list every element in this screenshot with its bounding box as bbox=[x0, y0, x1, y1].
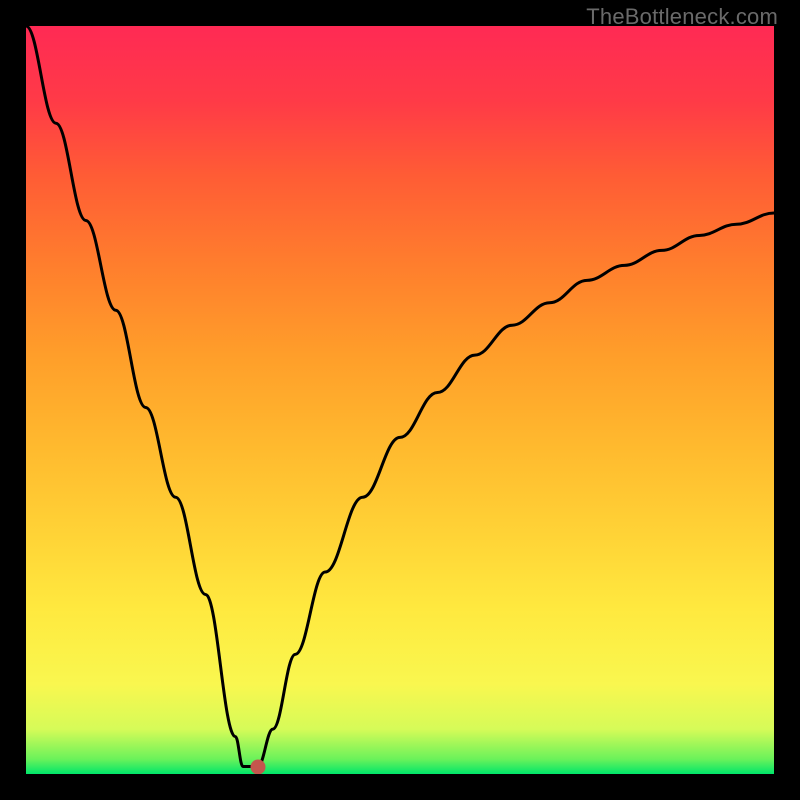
bottleneck-curve bbox=[26, 26, 774, 774]
chart-frame: TheBottleneck.com bbox=[0, 0, 800, 800]
plot-area bbox=[26, 26, 774, 774]
optimum-point-marker bbox=[250, 759, 265, 774]
curve-path bbox=[26, 26, 774, 767]
